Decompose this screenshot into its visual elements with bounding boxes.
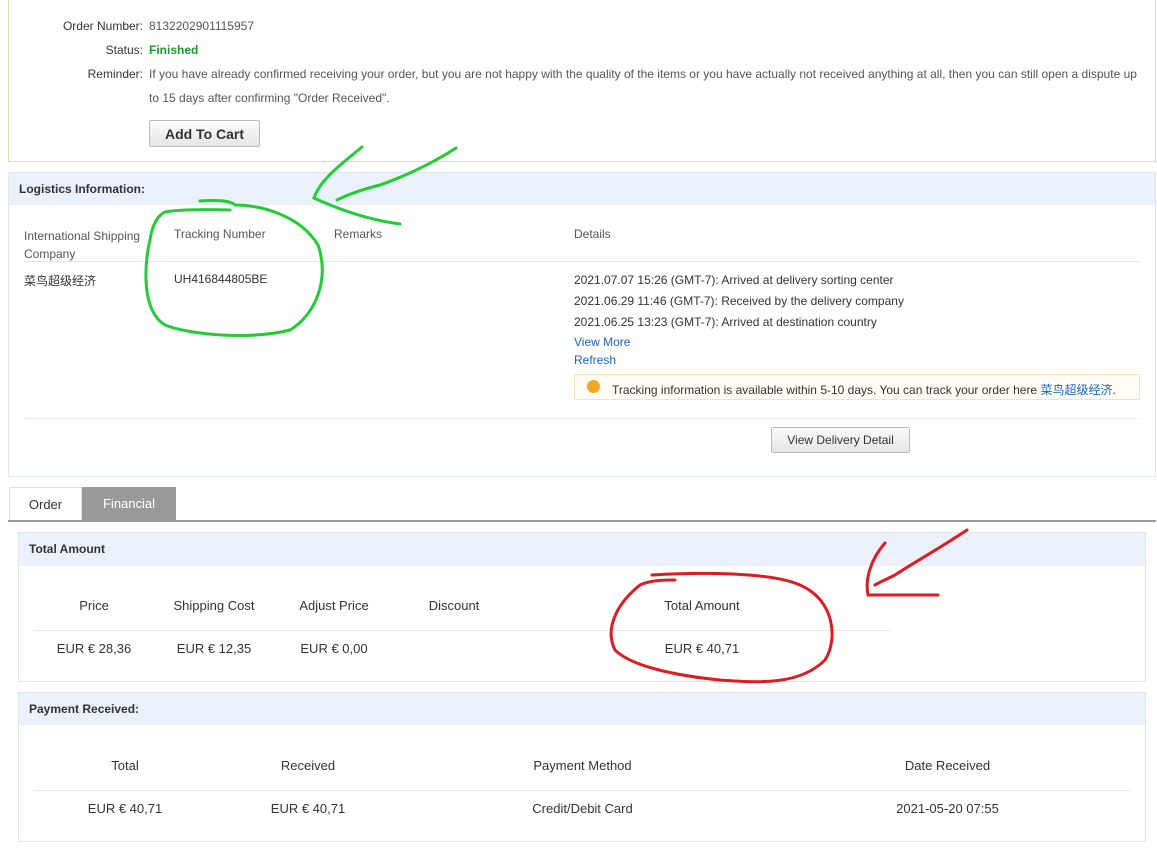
tracking-tip: Tracking information is available within…: [574, 374, 1140, 400]
header-shipping-cost: Shipping Cost: [173, 598, 255, 613]
tracking-number: UH416844805BE: [174, 272, 268, 286]
order-number-label: Order Number:: [62, 19, 143, 33]
divider: [34, 630, 890, 631]
view-more-link[interactable]: View More: [574, 335, 630, 349]
price-value: EUR € 28,36: [56, 641, 132, 656]
header-tracking-number: Tracking Number: [174, 227, 266, 241]
header-payment-method: Payment Method: [533, 758, 632, 773]
payment-method-value: Credit/Debit Card: [532, 801, 633, 816]
tracking-event: 2021.06.29 11:46 (GMT-7): Received by th…: [574, 294, 904, 308]
tab-order[interactable]: Order: [9, 487, 82, 521]
tip-carrier-link[interactable]: 菜鸟超级经济: [1040, 383, 1112, 397]
header-remarks: Remarks: [334, 227, 383, 241]
refresh-link[interactable]: Refresh: [574, 353, 616, 367]
divider: [24, 261, 1140, 262]
divider: [24, 418, 1140, 419]
shipping-company: 菜鸟超级经济: [24, 274, 97, 288]
order-number: 8132202901115957: [149, 19, 254, 33]
total-amount-title: Total Amount: [19, 533, 1145, 566]
add-to-cart-button[interactable]: Add To Cart: [149, 120, 260, 147]
tracking-event: 2021.06.25 13:23 (GMT-7): Arrived at des…: [574, 315, 877, 329]
header-details: Details: [574, 227, 611, 241]
tab-underline: [8, 520, 1156, 522]
total-amount-value: EUR € 40,71: [664, 641, 740, 656]
payment-received-value: EUR € 40,71: [270, 801, 346, 816]
header-adjust-price: Adjust Price: [299, 598, 369, 613]
header-total: Total: [111, 758, 139, 773]
tracking-event: 2021.07.07 15:26 (GMT-7): Arrived at del…: [574, 273, 894, 287]
tip-end: .: [1112, 383, 1116, 397]
header-received: Received: [280, 758, 336, 773]
tip-text: Tracking information is available within…: [612, 383, 1041, 397]
date-received-value: 2021-05-20 07:55: [896, 801, 999, 816]
header-price: Price: [79, 598, 109, 613]
header-date-received: Date Received: [904, 758, 991, 773]
tab-financial[interactable]: Financial: [82, 487, 176, 521]
status-value: Finished: [149, 43, 199, 57]
header-total-amount: Total Amount: [664, 598, 740, 613]
payment-total-value: EUR € 40,71: [87, 801, 163, 816]
header-shipping-company: International Shipping Company: [24, 229, 141, 261]
shipping-cost-value: EUR € 12,35: [176, 641, 252, 656]
reminder-label: Reminder:: [87, 67, 143, 81]
header-discount: Discount: [428, 598, 480, 613]
logistics-title: Logistics Information:: [9, 173, 1155, 205]
divider: [34, 790, 1130, 791]
adjust-price-value: EUR € 0,00: [300, 641, 368, 656]
payment-received-title: Payment Received:: [19, 693, 1145, 725]
reminder-line2: to 15 days after confirming "Order Recei…: [149, 91, 390, 105]
lightbulb-icon: [587, 380, 600, 393]
view-delivery-detail-button[interactable]: View Delivery Detail: [771, 427, 910, 453]
reminder-line1: If you have already confirmed receiving …: [149, 67, 1137, 81]
status-label: Status:: [105, 43, 143, 57]
